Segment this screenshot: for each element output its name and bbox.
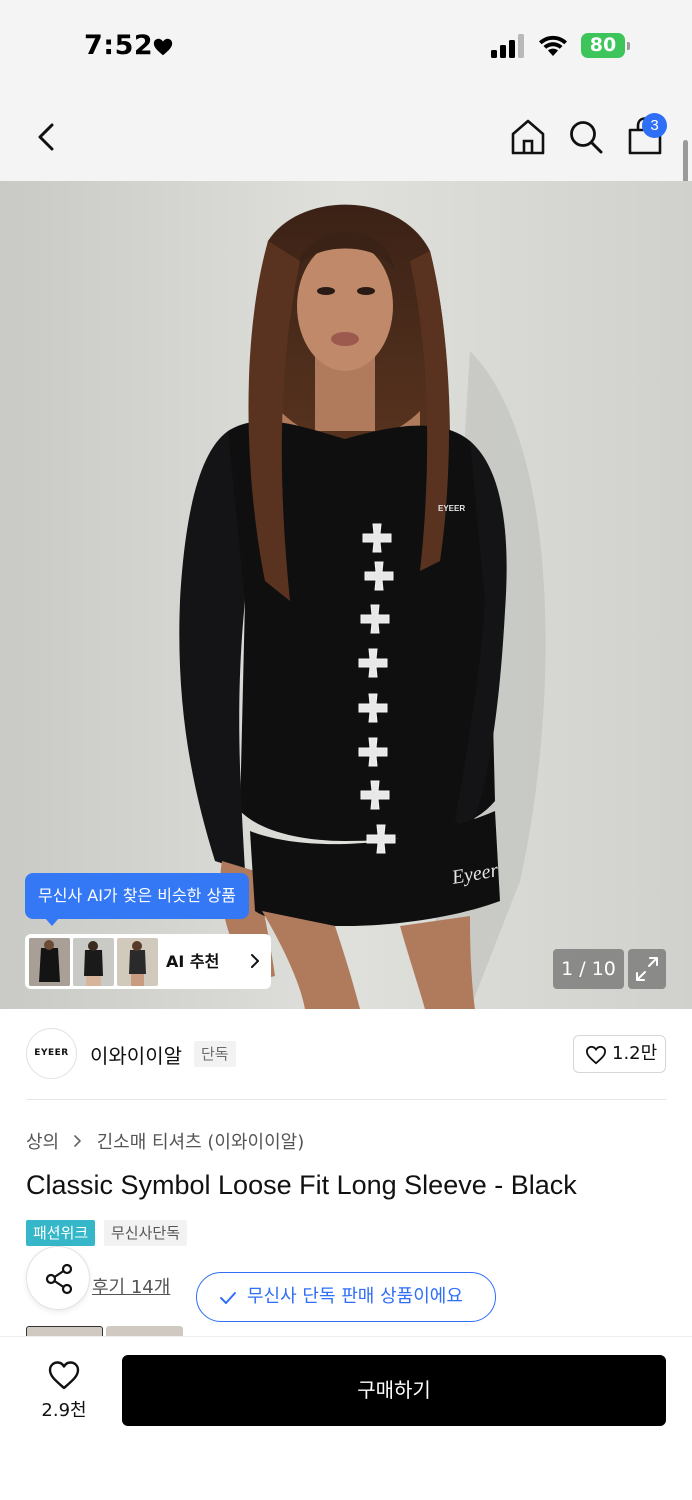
breadcrumb-category[interactable]: 상의 bbox=[26, 1128, 59, 1154]
heart-icon bbox=[153, 38, 173, 56]
heart-outline-icon bbox=[585, 1045, 607, 1065]
expand-icon bbox=[636, 957, 658, 981]
wifi-icon bbox=[539, 35, 567, 56]
ai-recommend-button[interactable]: AI 추천 bbox=[25, 934, 271, 989]
check-icon bbox=[220, 1292, 236, 1304]
image-counter: 1 / 10 bbox=[553, 949, 624, 989]
search-button[interactable] bbox=[566, 117, 606, 157]
exclusive-notice-pill[interactable]: 무신사 단독 판매 상품이에요 bbox=[196, 1272, 496, 1322]
breadcrumb-subcategory[interactable]: 긴소매 티셔츠 (이와이이알) bbox=[97, 1128, 305, 1154]
product-title: Classic Symbol Loose Fit Long Sleeve - B… bbox=[26, 1170, 577, 1200]
home-button[interactable] bbox=[508, 117, 548, 157]
battery-level: 80 bbox=[589, 34, 617, 56]
ai-thumbnail bbox=[117, 938, 158, 986]
share-button[interactable] bbox=[26, 1246, 90, 1310]
chevron-right-icon bbox=[74, 1135, 81, 1147]
ai-thumbnail bbox=[73, 938, 114, 986]
cart-count-badge: 3 bbox=[642, 113, 667, 138]
status-time: 7:52 bbox=[84, 30, 154, 61]
divider bbox=[26, 1099, 666, 1100]
brand-exclusive-tag: 단독 bbox=[194, 1041, 236, 1067]
brand-name[interactable]: 이와이이알 bbox=[90, 1040, 182, 1069]
nav-bar: 3 bbox=[0, 95, 692, 181]
signal-icon bbox=[491, 34, 524, 58]
chevron-right-icon bbox=[251, 954, 259, 968]
ai-recommend-label: AI 추천 bbox=[166, 952, 220, 971]
brand-logo[interactable]: EYEER bbox=[26, 1028, 77, 1079]
share-icon bbox=[45, 1263, 73, 1295]
back-button[interactable] bbox=[30, 117, 64, 157]
status-bar: 7:52 80 bbox=[0, 0, 692, 95]
review-count-link[interactable]: 후기 14개 bbox=[92, 1273, 170, 1299]
brand-like-count: 1.2만 bbox=[612, 1043, 658, 1064]
cart-button[interactable]: 3 bbox=[624, 113, 668, 159]
battery-charging-icon: 80 bbox=[581, 33, 631, 58]
wishlist-heart-icon[interactable] bbox=[47, 1359, 81, 1391]
ai-thumbnail bbox=[29, 938, 70, 986]
fashion-week-badge: 패션위크 bbox=[26, 1220, 96, 1246]
ai-similar-tooltip: 무신사 AI가 찾은 비슷한 상품 bbox=[25, 873, 249, 926]
expand-image-button[interactable] bbox=[628, 949, 666, 989]
breadcrumb: 상의 긴소매 티셔츠 (이와이이알) bbox=[26, 1128, 304, 1154]
exclusive-notice-text: 무신사 단독 판매 상품이에요 bbox=[247, 1286, 463, 1307]
wishlist-count: 2.9천 bbox=[41, 1400, 87, 1421]
brand-like-button[interactable]: 1.2만 bbox=[573, 1035, 666, 1073]
shirt-brand-text: EYEER bbox=[438, 504, 465, 513]
buy-button[interactable]: 구매하기 bbox=[122, 1355, 666, 1426]
musinsa-exclusive-badge: 무신사단독 bbox=[104, 1220, 188, 1246]
